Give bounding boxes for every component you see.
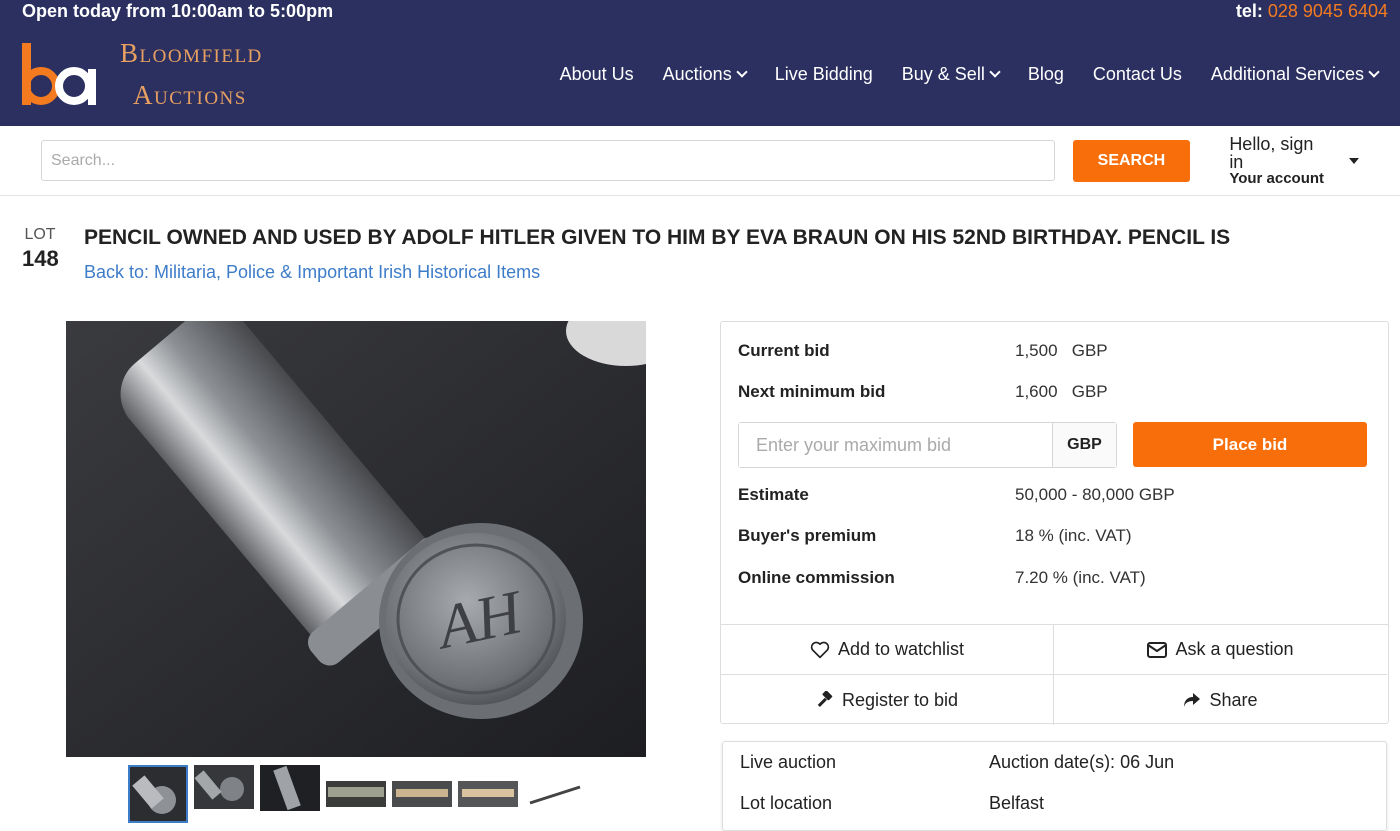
- nav-contact-us[interactable]: Contact Us: [1093, 64, 1182, 85]
- lot-location-label: Lot location: [740, 793, 833, 813]
- auction-type: Live auction: [740, 752, 837, 772]
- thumbnail-4[interactable]: [326, 765, 386, 823]
- estimate-row: Estimate 50,000 - 80,000 GBP: [738, 485, 1175, 505]
- thumbnail-2[interactable]: [194, 765, 254, 823]
- nav-label: Blog: [1027, 64, 1064, 84]
- estimate-value: 50,000 - 80,000 GBP: [1015, 485, 1175, 504]
- caret-down-icon: [1349, 157, 1360, 164]
- share-button[interactable]: Share: [1054, 675, 1387, 725]
- brand-line-2: Auctions: [133, 79, 247, 110]
- back-to-category-link[interactable]: Back to: Militaria, Police & Important I…: [84, 262, 540, 283]
- chevron-down-icon: [1368, 66, 1380, 78]
- current-bid-currency: GBP: [1071, 341, 1108, 360]
- register-to-bid-button[interactable]: Register to bid: [721, 675, 1054, 725]
- thumbnail-strip: [128, 765, 584, 823]
- max-bid-field: GBP: [738, 422, 1117, 468]
- auction-type-row: Live auction Auction date(s): 06 Jun: [740, 752, 1174, 773]
- place-bid-button[interactable]: Place bid: [1133, 422, 1367, 467]
- envelope-icon: [1147, 641, 1168, 658]
- current-bid-amount: 1,500: [1015, 341, 1058, 360]
- next-bid-currency: GBP: [1071, 382, 1108, 401]
- site-logo[interactable]: Bloomfield Auctions: [22, 33, 263, 117]
- auction-info-panel: Live auction Auction date(s): 06 Jun Lot…: [722, 741, 1387, 831]
- bid-panel: Current bid 1,500 GBP Next minimum bid 1…: [720, 321, 1389, 725]
- search-input[interactable]: [41, 140, 1055, 181]
- add-to-watchlist-button[interactable]: Add to watchlist: [721, 625, 1054, 675]
- next-bid-value: 1,600 GBP: [1015, 382, 1108, 402]
- lot-label: LOT: [24, 226, 56, 243]
- nav-label: Contact Us: [1092, 64, 1182, 84]
- nav-label: Auctions: [662, 64, 732, 84]
- premium-value: 18 % (inc. VAT): [1015, 526, 1132, 545]
- search-bar: SEARCH Hello, sign in Your account: [0, 126, 1400, 196]
- chevron-down-icon: [736, 66, 748, 78]
- thumbnail-3[interactable]: [260, 765, 320, 823]
- commission-value: 7.20 % (inc. VAT): [1015, 568, 1146, 587]
- current-bid-label: Current bid: [738, 341, 830, 360]
- brand-line-1: Bloomfield: [120, 37, 263, 68]
- thumbnail-6[interactable]: [458, 765, 518, 823]
- lot-location-value: Belfast: [989, 793, 1045, 813]
- ask-question-label: Ask a question: [1175, 639, 1294, 659]
- nav-blog[interactable]: Blog: [1028, 64, 1064, 85]
- nav-additional-services[interactable]: Additional Services: [1210, 64, 1380, 85]
- thumbnail-1[interactable]: [128, 765, 188, 823]
- account-menu[interactable]: Hello, sign in Your account: [1229, 134, 1360, 187]
- lot-header: LOT 148 PENCIL OWNED AND USED BY ADOLF H…: [0, 196, 1400, 321]
- nav-live-bidding[interactable]: Live Bidding: [775, 64, 873, 85]
- nav-label: About Us: [559, 64, 634, 84]
- main-nav: About Us Auctions Live Bidding Buy & Sel…: [560, 23, 1380, 126]
- search-button[interactable]: SEARCH: [1072, 139, 1191, 182]
- telephone[interactable]: tel: 028 9045 6404: [1236, 1, 1388, 22]
- max-bid-input[interactable]: [739, 423, 1052, 467]
- watchlist-label: Add to watchlist: [837, 639, 965, 659]
- top-info-bar: Open today from 10:00am to 5:00pm tel: 0…: [0, 0, 1400, 23]
- current-bid-value: 1,500 GBP: [1015, 341, 1108, 361]
- commission-label: Online commission: [738, 568, 895, 587]
- brand-name: Bloomfield Auctions: [120, 33, 263, 117]
- thumbnail-7[interactable]: [524, 765, 584, 823]
- register-label: Register to bid: [841, 689, 959, 710]
- main-lot-image[interactable]: AH: [66, 321, 646, 757]
- next-bid-amount: 1,600: [1015, 382, 1058, 401]
- account-greeting: Hello, sign in: [1229, 134, 1314, 172]
- share-icon: [1184, 693, 1201, 707]
- ask-question-button[interactable]: Ask a question: [1054, 625, 1387, 675]
- current-bid-row: Current bid 1,500 GBP: [738, 341, 1108, 361]
- telephone-number[interactable]: 028 9045 6404: [1268, 1, 1388, 21]
- logo-mark-icon: [22, 42, 100, 107]
- lot-actions: Add to watchlist Ask a question Register…: [721, 624, 1388, 725]
- nav-label: Additional Services: [1210, 64, 1364, 84]
- nav-about-us[interactable]: About Us: [560, 64, 634, 85]
- thumbnail-5[interactable]: [392, 765, 452, 823]
- next-bid-label: Next minimum bid: [738, 382, 886, 401]
- premium-row: Buyer's premium 18 % (inc. VAT): [738, 526, 1132, 546]
- gavel-icon: [817, 691, 833, 707]
- nav-label: Buy & Sell: [901, 64, 985, 84]
- lot-title: PENCIL OWNED AND USED BY ADOLF HITLER GI…: [84, 226, 1231, 249]
- lot-number: 148: [22, 246, 59, 271]
- heart-icon: [810, 641, 830, 658]
- estimate-label: Estimate: [738, 485, 809, 504]
- site-header: Bloomfield Auctions About Us Auctions Li…: [0, 23, 1400, 126]
- next-bid-row: Next minimum bid 1,600 GBP: [738, 382, 1108, 402]
- bid-currency-label: GBP: [1052, 423, 1116, 467]
- telephone-label: tel:: [1235, 1, 1263, 21]
- auction-dates: Auction date(s): 06 Jun: [989, 752, 1175, 772]
- lot-badge: LOT 148: [22, 226, 59, 272]
- commission-row: Online commission 7.20 % (inc. VAT): [738, 568, 1146, 588]
- account-label: Your account: [1229, 170, 1325, 187]
- nav-auctions[interactable]: Auctions: [662, 64, 748, 85]
- opening-hours: Open today from 10:00am to 5:00pm: [22, 1, 334, 21]
- chevron-down-icon: [989, 66, 1001, 78]
- nav-buy-sell[interactable]: Buy & Sell: [901, 64, 1001, 85]
- nav-label: Live Bidding: [774, 64, 873, 84]
- share-label: Share: [1209, 689, 1258, 710]
- premium-label: Buyer's premium: [738, 526, 877, 545]
- lot-location-row: Lot location Belfast: [740, 793, 1044, 814]
